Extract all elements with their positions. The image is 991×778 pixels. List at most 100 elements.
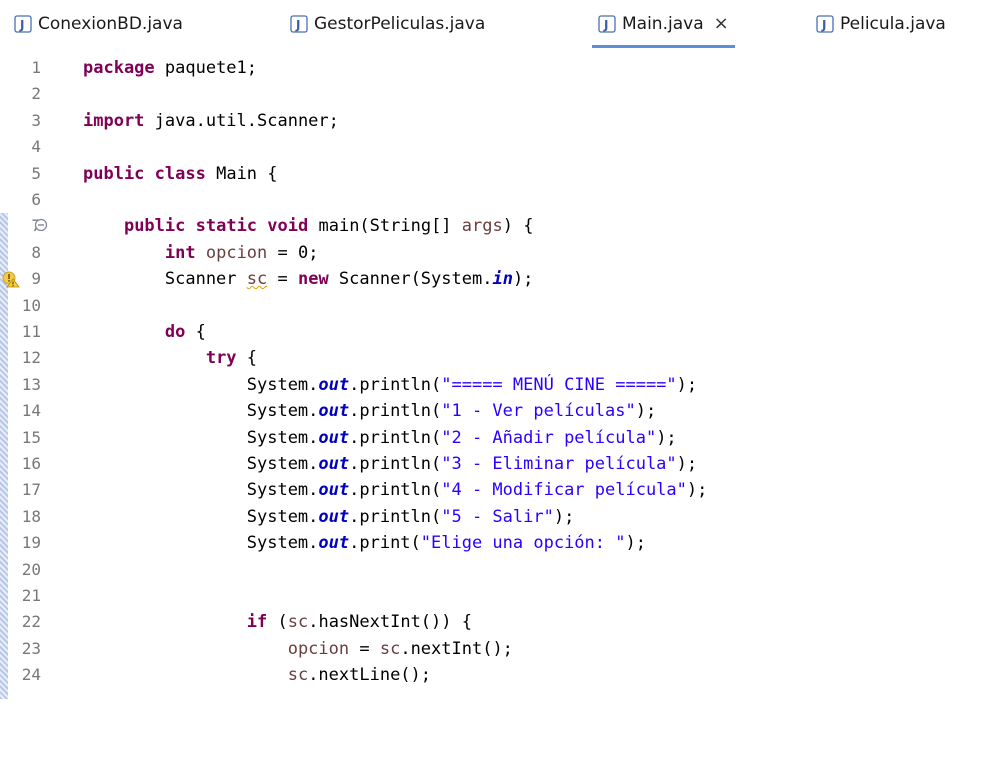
tab-pelicula[interactable]: J Pelicula.java xyxy=(816,8,946,40)
code-text: sc.nextLine(); xyxy=(83,662,431,688)
token: main(String[] xyxy=(308,216,462,237)
line-number: 3 xyxy=(31,110,41,130)
warning-icon[interactable] xyxy=(2,270,20,288)
svg-text:J: J xyxy=(821,18,826,32)
code-text: System.out.println("3 - Eliminar películ… xyxy=(83,451,697,477)
token-fld: out xyxy=(318,480,350,501)
code-line[interactable]: 22 if (sc.hasNextInt()) { xyxy=(0,609,991,635)
token-kw: static xyxy=(195,216,258,237)
code-line[interactable]: 21 xyxy=(0,583,991,609)
code-line[interactable]: 15 System.out.println("2 - Añadir pelícu… xyxy=(0,425,991,451)
code-line[interactable]: 19 System.out.print("Elige una opción: "… xyxy=(0,530,991,556)
code-text: System.out.println("4 - Modificar pelícu… xyxy=(83,477,708,503)
token: ); xyxy=(676,454,698,474)
token: java.util.Scanner; xyxy=(144,110,339,131)
token-warnvar: sc xyxy=(246,269,268,290)
code-line[interactable]: 5 public class Main { xyxy=(0,161,991,187)
collapse-icon[interactable] xyxy=(34,217,48,232)
code-text: package paquete1; xyxy=(83,55,257,81)
code-line[interactable]: 14 System.out.println("1 - Ver películas… xyxy=(0,398,991,424)
token: ); xyxy=(512,269,534,290)
line-number: 13 xyxy=(21,374,41,394)
token-kw: do xyxy=(164,322,186,342)
line-number: 22 xyxy=(21,612,41,632)
close-icon[interactable]: × xyxy=(714,15,729,33)
editor-tab-bar: J ConexionBD.java J GestorPeliculas.java… xyxy=(0,0,991,48)
code-text: System.out.print("Elige una opción: "); xyxy=(83,530,646,556)
code-line[interactable]: 24 sc.nextLine(); xyxy=(0,662,991,688)
code-line[interactable]: 18 System.out.println("5 - Salir"); xyxy=(0,504,991,530)
token: .println( xyxy=(349,480,442,501)
line-number: 12 xyxy=(21,348,41,368)
code-text: System.out.println("1 - Ver películas"); xyxy=(83,398,656,424)
code-line[interactable]: 11 do { xyxy=(0,319,991,345)
token-str: "Elige una opción: " xyxy=(420,533,626,554)
line-number: 18 xyxy=(21,506,41,526)
tab-conexionbd[interactable]: J ConexionBD.java xyxy=(14,8,183,40)
token-fld: in xyxy=(492,269,513,290)
token: = xyxy=(349,638,380,659)
line-number: 19 xyxy=(21,533,41,553)
code-line[interactable]: 17 System.out.println("4 - Modificar pel… xyxy=(0,477,991,503)
code-line[interactable]: 12 try { xyxy=(0,345,991,371)
token: .print( xyxy=(349,533,421,554)
code-text: try { xyxy=(83,345,257,371)
token-kw: int xyxy=(164,242,196,263)
token: Main { xyxy=(205,163,278,184)
token: .println( xyxy=(349,454,442,474)
code-text: int opcion = 0; xyxy=(83,240,319,266)
token: Scanner(System. xyxy=(328,269,493,290)
java-file-icon: J xyxy=(14,15,32,33)
line-number: 23 xyxy=(21,638,41,658)
token: .println( xyxy=(349,374,442,395)
tab-gestorpeliculas[interactable]: J GestorPeliculas.java xyxy=(290,8,485,40)
token: { xyxy=(185,322,206,342)
token-fld: out xyxy=(318,374,350,395)
token: .println( xyxy=(349,506,442,527)
token: System. xyxy=(83,427,319,448)
token-kw: try xyxy=(205,348,237,369)
code-line[interactable]: 2 xyxy=(0,81,991,107)
token-var: opcion xyxy=(287,638,350,659)
line-number: 10 xyxy=(21,295,41,315)
token: ); xyxy=(625,533,646,554)
token-fld: out xyxy=(318,533,350,554)
token-kw: new xyxy=(297,269,329,290)
code-line[interactable]: 4 xyxy=(0,134,991,160)
token: ( xyxy=(267,612,288,633)
code-line[interactable]: 3 import java.util.Scanner; xyxy=(0,108,991,134)
code-line[interactable]: 9 Scanner sc = new Scanner(System.in); xyxy=(0,266,991,292)
code-line[interactable]: 23 opcion = sc.nextInt(); xyxy=(0,636,991,662)
code-editor[interactable]: 1 package paquete1; 2 3 import java.util.Sca… xyxy=(0,48,991,778)
token: ); xyxy=(686,480,708,501)
code-line[interactable]: 10 xyxy=(0,293,991,319)
token-kw: public xyxy=(83,163,145,184)
token-str: "3 - Eliminar película" xyxy=(441,454,677,474)
svg-text:J: J xyxy=(19,18,24,32)
code-line[interactable]: 20 xyxy=(0,557,991,583)
token: ); xyxy=(656,427,677,448)
token: .println( xyxy=(349,401,442,422)
token-str: "1 - Ver películas" xyxy=(441,401,636,422)
code-text: if (sc.hasNextInt()) { xyxy=(83,609,472,635)
token-var: opcion xyxy=(205,242,268,263)
code-line[interactable]: 8 int opcion = 0; xyxy=(0,240,991,266)
code-line[interactable]: 7 public static void main(String[] args)… xyxy=(0,213,991,239)
line-number: 24 xyxy=(21,665,41,685)
code-line[interactable]: 16 System.out.println("3 - Eliminar pelí… xyxy=(0,451,991,477)
code-text: Scanner sc = new Scanner(System.in); xyxy=(83,266,534,292)
code-line[interactable]: 13 System.out.println("===== MENÚ CINE =… xyxy=(0,372,991,398)
code-line[interactable]: 6 xyxy=(0,187,991,213)
token: ) { xyxy=(502,216,534,237)
token-str: "5 - Salir" xyxy=(441,506,554,527)
tab-main[interactable]: J Main.java × xyxy=(592,8,735,48)
line-number: 17 xyxy=(21,480,41,500)
code-text: do { xyxy=(83,319,206,345)
code-line[interactable]: 1 package paquete1; xyxy=(0,55,991,81)
